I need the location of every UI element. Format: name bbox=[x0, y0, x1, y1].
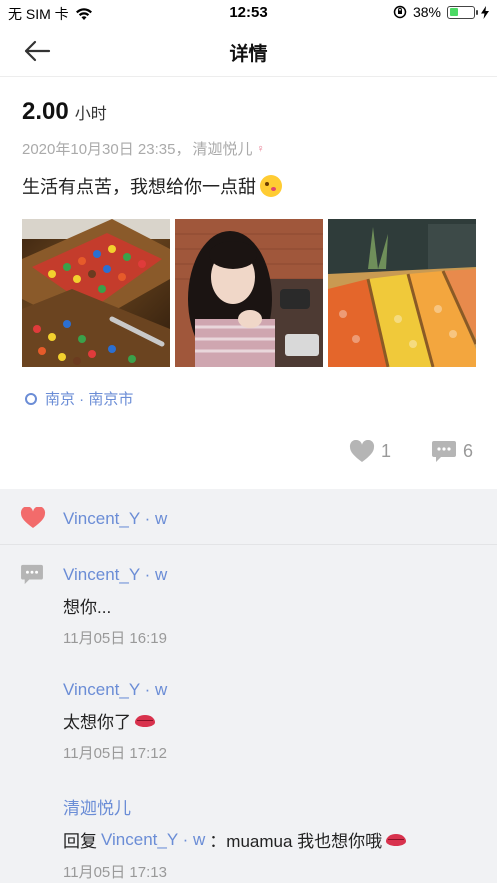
post-actions: 1 6 bbox=[349, 440, 473, 463]
gender-female-icon: ♀ bbox=[256, 142, 265, 155]
status-right-group: 38% bbox=[393, 4, 489, 20]
comment-item[interactable]: Vincent_Y · w 想你... 11月05日 16:19 bbox=[63, 565, 167, 648]
page-title: 详情 bbox=[229, 44, 268, 65]
post-meta: 2020年10月30日 23:35， 清迦悦儿 ♀ bbox=[22, 138, 265, 159]
battery-icon bbox=[447, 5, 478, 19]
candy-bins-illustration bbox=[22, 219, 170, 367]
kiss-emoji-icon bbox=[260, 175, 282, 197]
comment-author[interactable]: Vincent_Y · w bbox=[63, 565, 167, 585]
post-text: 生活有点苦，我想给你一点甜 bbox=[22, 177, 256, 197]
charging-bolt-icon bbox=[481, 5, 489, 19]
reply-to-user[interactable]: Vincent_Y · w bbox=[101, 830, 205, 850]
comment-button[interactable]: 6 bbox=[431, 440, 473, 463]
battery-percent: 38% bbox=[412, 4, 441, 20]
comment-body: 想你... bbox=[63, 598, 112, 617]
like-count: 1 bbox=[380, 441, 391, 461]
photo-candy-bins[interactable] bbox=[22, 219, 170, 367]
duration: 2.00 小时 bbox=[22, 98, 107, 126]
comment-bubble-icon bbox=[431, 441, 456, 462]
like-button[interactable]: 1 bbox=[349, 440, 391, 463]
comment-text: 太想你了 bbox=[63, 708, 167, 733]
comment-count: 6 bbox=[462, 441, 473, 461]
comment-item[interactable]: Vincent_Y · w 太想你了 11月05日 17:12 bbox=[63, 680, 167, 763]
photo-grid bbox=[22, 219, 476, 367]
heart-icon bbox=[349, 440, 374, 462]
comment-author[interactable]: Vincent_Y · w bbox=[63, 680, 167, 700]
post-card: 2.00 小时 2020年10月30日 23:35， 清迦悦儿 ♀ 生活有点苦，… bbox=[0, 78, 497, 489]
orientation-lock-icon bbox=[393, 5, 407, 19]
comment-body: 太想你了 bbox=[63, 713, 131, 732]
photo-gummy-bins[interactable] bbox=[328, 219, 476, 367]
reply-prefix: 回复 bbox=[63, 832, 97, 851]
gummy-bins-illustration bbox=[328, 219, 476, 367]
comment-text: 回复 Vincent_Y · w ：muamua 我也想你哦 bbox=[63, 827, 407, 852]
duration-unit: 小时 bbox=[74, 106, 107, 123]
location-label: 南京 · 南京市 bbox=[45, 391, 134, 408]
status-bar: 无 SIM 卡 12:53 38% bbox=[0, 0, 497, 26]
selfie-illustration bbox=[175, 219, 323, 367]
comment-text: 想你... bbox=[63, 593, 167, 618]
interactions-section: Vincent_Y · w Vincent_Y · w 想你... 11月05日… bbox=[0, 489, 497, 883]
likes-row: Vincent_Y · w bbox=[0, 489, 497, 545]
post-author[interactable]: 清迦悦儿 bbox=[192, 138, 252, 159]
nav-bar: 详情 bbox=[0, 26, 497, 77]
comment-time: 11月05日 17:12 bbox=[63, 745, 167, 762]
liker-name[interactable]: Vincent_Y · w bbox=[63, 509, 167, 529]
comments-bubble-icon bbox=[21, 564, 43, 585]
post-datetime: 2020年10月30日 23:35， bbox=[22, 141, 191, 158]
post-content: 生活有点苦，我想给你一点甜 bbox=[22, 173, 282, 199]
comment-author[interactable]: 清迦悦儿 bbox=[63, 794, 406, 819]
lips-emoji-icon bbox=[386, 833, 407, 846]
comment-body: ：muamua 我也想你哦 bbox=[209, 832, 383, 851]
location-pin-icon bbox=[25, 392, 37, 405]
duration-value: 2.00 bbox=[22, 98, 69, 125]
comment-time: 11月05日 17:13 bbox=[63, 864, 167, 881]
like-heart-icon bbox=[20, 507, 46, 528]
lips-emoji-icon bbox=[135, 714, 155, 727]
comment-time: 11月05日 16:19 bbox=[63, 630, 167, 647]
battery-level bbox=[449, 8, 459, 16]
photo-selfie[interactable] bbox=[175, 219, 323, 367]
post-location[interactable]: 南京 · 南京市 bbox=[25, 388, 133, 409]
comment-item[interactable]: 清迦悦儿 回复 Vincent_Y · w ：muamua 我也想你哦 11月05日… bbox=[63, 794, 407, 882]
